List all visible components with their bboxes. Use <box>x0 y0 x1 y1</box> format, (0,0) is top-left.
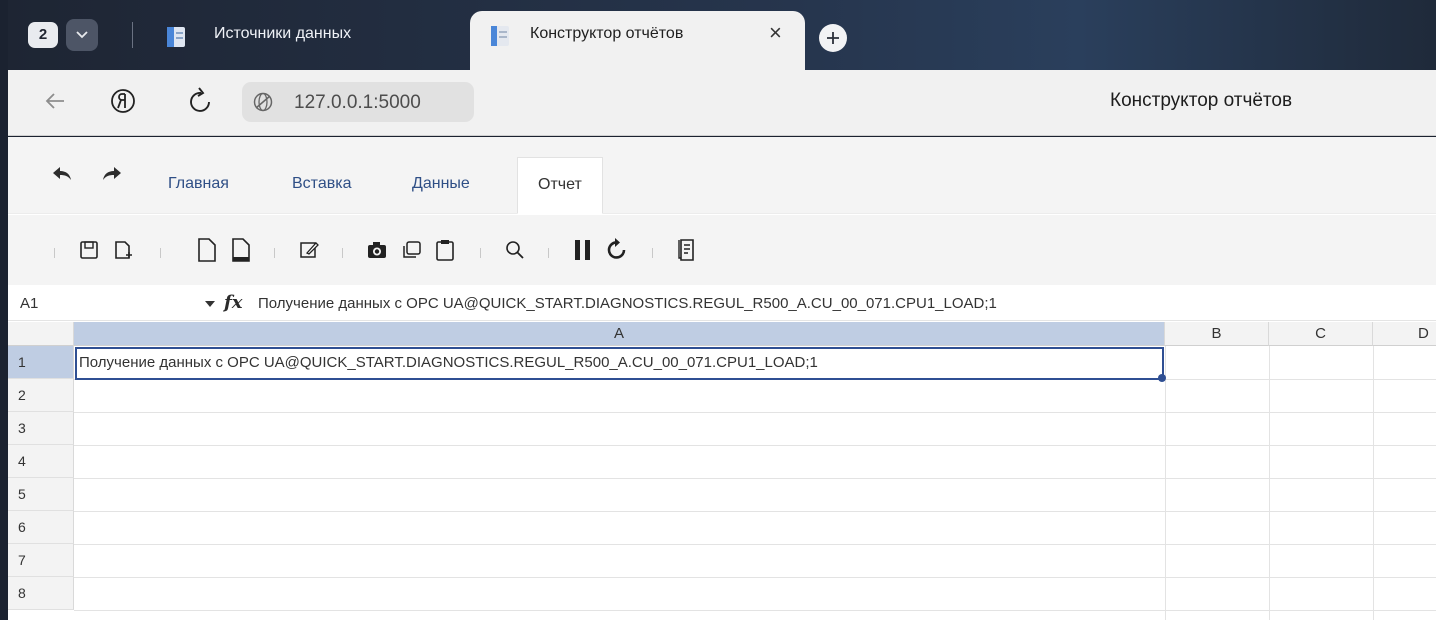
formula-input[interactable]: Получение данных с OPC UA@QUICK_START.DI… <box>258 295 997 312</box>
toolbar-separator <box>480 248 481 258</box>
address-url[interactable]: 127.0.0.1:5000 <box>294 92 421 114</box>
fill-handle[interactable] <box>1158 374 1166 382</box>
row-header[interactable]: 1 <box>8 346 74 379</box>
row-header[interactable]: 7 <box>8 544 74 577</box>
tab-separator <box>132 22 133 48</box>
toolbar <box>8 215 1436 285</box>
browser-nav-bar: 127.0.0.1:5000 Конструктор отчётов <box>8 70 1436 136</box>
tab-report-builder[interactable]: Конструктор отчётов × <box>470 11 805 71</box>
toolbar-separator <box>274 248 275 258</box>
page-footer-icon[interactable] <box>230 237 252 263</box>
document-icon <box>491 26 509 46</box>
formula-bar: A1 fx Получение данных с OPC UA@QUICK_ST… <box>8 285 1436 321</box>
page-title: Конструктор отчётов <box>1110 90 1293 111</box>
menu-report[interactable]: Отчет <box>517 157 603 214</box>
paste-icon[interactable] <box>434 237 456 263</box>
report-icon[interactable] <box>676 237 698 263</box>
dropdown-arrow-icon[interactable] <box>204 300 216 308</box>
pause-icon[interactable] <box>572 237 594 263</box>
column-header-d[interactable]: D <box>1373 322 1436 346</box>
ribbon-menu: Главная Вставка Данные Отчет <box>8 137 1436 214</box>
chevron-down-icon <box>76 31 88 39</box>
search-icon[interactable] <box>504 237 526 263</box>
menu-data[interactable]: Данные <box>412 175 470 193</box>
toolbar-separator <box>652 248 653 258</box>
grid-line <box>1269 346 1270 620</box>
row-header[interactable]: 8 <box>8 577 74 610</box>
column-header-a[interactable]: A <box>74 322 1165 346</box>
row-header[interactable]: 5 <box>8 478 74 511</box>
grid-line <box>74 577 1436 578</box>
row-header[interactable]: 2 <box>8 379 74 412</box>
row-header[interactable]: 6 <box>8 511 74 544</box>
address-bar[interactable]: 127.0.0.1:5000 <box>242 82 474 122</box>
report-builder-app: Главная Вставка Данные Отчет A1 fx Получ… <box>8 137 1436 620</box>
toolbar-separator <box>54 248 55 258</box>
new-file-icon[interactable] <box>112 237 134 263</box>
grid-corner[interactable] <box>8 322 74 346</box>
tab-label: Конструктор отчётов <box>530 25 684 42</box>
plus-icon <box>827 32 839 44</box>
yandex-icon[interactable] <box>108 86 138 116</box>
browser-tab-strip: 2 Источники данных Конструктор отчётов × <box>8 0 1436 71</box>
row-header[interactable]: 3 <box>8 412 74 445</box>
column-header-c[interactable]: C <box>1269 322 1373 346</box>
undo-icon[interactable] <box>52 166 72 182</box>
menu-insert[interactable]: Вставка <box>292 175 351 193</box>
tab-label: Источники данных <box>214 25 352 42</box>
menu-home[interactable]: Главная <box>168 175 229 193</box>
tabs-menu-button[interactable] <box>66 19 98 51</box>
grid-line <box>1165 346 1166 620</box>
row-header[interactable]: 4 <box>8 445 74 478</box>
column-header-b[interactable]: B <box>1165 322 1269 346</box>
save-icon[interactable] <box>78 237 100 263</box>
close-icon[interactable]: × <box>769 22 782 44</box>
grid-line <box>74 412 1436 413</box>
edit-icon[interactable] <box>298 237 320 263</box>
reload-icon[interactable] <box>188 84 214 116</box>
grid-line <box>74 445 1436 446</box>
new-tab-button[interactable] <box>819 24 847 52</box>
document-icon <box>167 27 185 47</box>
tab-count-badge[interactable]: 2 <box>28 22 58 48</box>
grid-line <box>74 610 1436 611</box>
toolbar-separator <box>342 248 343 258</box>
spreadsheet-grid: A B C D 1 2 3 4 5 6 7 8 Получение данных… <box>8 322 1436 620</box>
grid-line <box>74 511 1436 512</box>
grid-line <box>74 478 1436 479</box>
globe-icon <box>253 92 273 112</box>
cell-reference[interactable]: A1 <box>20 295 38 312</box>
grid-line <box>1373 346 1374 620</box>
camera-icon[interactable] <box>366 237 388 263</box>
copy-icon[interactable] <box>400 237 422 263</box>
tab-data-sources[interactable]: Источники данных <box>156 14 456 58</box>
redo-icon[interactable] <box>102 166 122 182</box>
toolbar-separator <box>548 248 549 258</box>
toolbar-separator <box>160 248 161 258</box>
grid-line <box>74 544 1436 545</box>
fx-icon: fx <box>224 292 243 313</box>
refresh-icon[interactable] <box>606 237 628 263</box>
page-blank-icon[interactable] <box>196 237 218 263</box>
cell-a1[interactable]: Получение данных с OPC UA@QUICK_START.DI… <box>75 347 1164 380</box>
back-arrow-icon[interactable] <box>42 86 68 116</box>
